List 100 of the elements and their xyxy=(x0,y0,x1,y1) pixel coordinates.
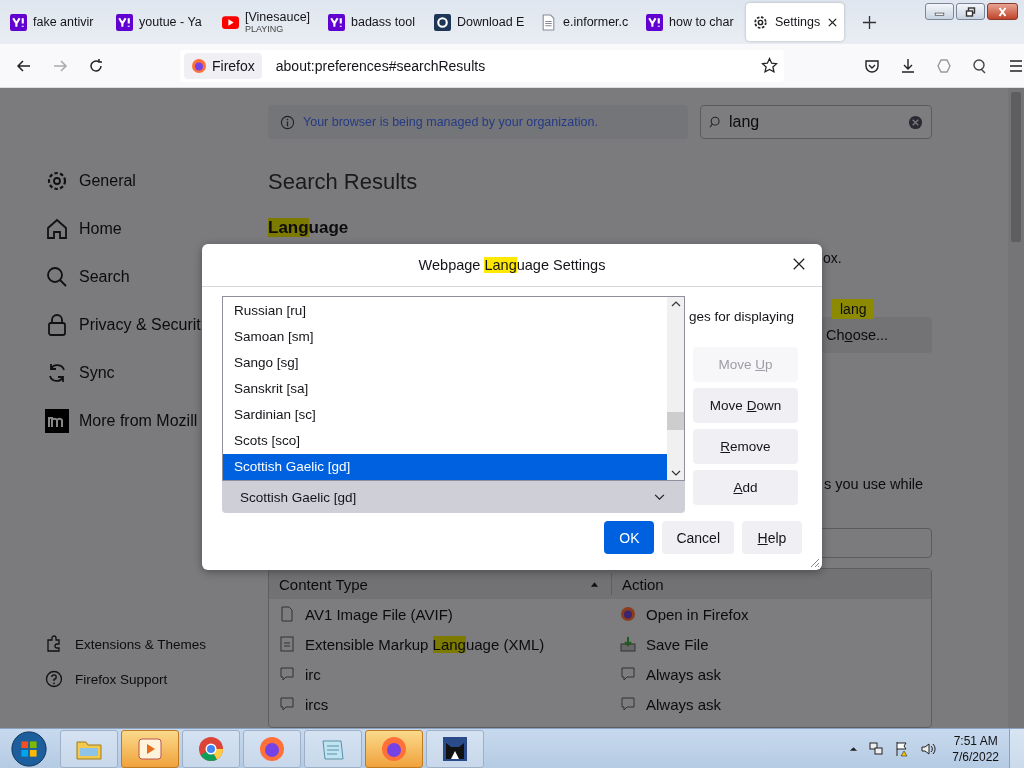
network-icon[interactable] xyxy=(868,740,885,757)
speech-bubble-icon xyxy=(279,666,295,682)
table-cell: AV1 Image File (AVIF) xyxy=(269,599,610,629)
new-tab-icon[interactable] xyxy=(862,15,877,30)
tab-title: e.informer.c xyxy=(563,15,629,29)
language-option[interactable]: Scots [sco] xyxy=(223,427,667,454)
dialog-button[interactable]: OK xyxy=(604,521,655,554)
column-header[interactable]: Action xyxy=(612,569,931,599)
language-option[interactable]: Sango [sg] xyxy=(223,349,667,376)
back-icon[interactable] xyxy=(16,57,32,74)
mozilla-logo-icon xyxy=(45,409,69,433)
search-input[interactable]: lang xyxy=(729,113,902,131)
sidebar-item[interactable]: General xyxy=(45,168,268,194)
restore-button[interactable] xyxy=(956,3,985,20)
table-cell: Save File xyxy=(610,629,931,659)
firefox-icon xyxy=(191,57,207,74)
speaker-icon[interactable] xyxy=(920,740,937,757)
sidebar-link[interactable]: Firefox Support xyxy=(45,670,268,688)
download-icon[interactable] xyxy=(900,57,916,74)
list-action-button[interactable]: Move Down xyxy=(693,388,798,423)
flag-icon[interactable] xyxy=(894,740,911,757)
page-icon xyxy=(540,13,557,31)
close-icon[interactable] xyxy=(792,257,806,271)
sidebar-link[interactable]: Extensions & Themes xyxy=(45,635,268,653)
scrollbar[interactable] xyxy=(1008,88,1024,728)
gear-icon xyxy=(45,169,69,193)
scroll-thumb[interactable] xyxy=(667,412,684,430)
dialog-button[interactable]: Help xyxy=(742,521,802,554)
column-header[interactable]: Content Type xyxy=(269,573,612,595)
browser-tab[interactable]: badass tool xyxy=(322,3,424,41)
taskbar-app-button[interactable] xyxy=(426,729,484,768)
bookmark-star-icon[interactable] xyxy=(761,57,778,74)
page-heading: Search Results xyxy=(268,169,419,195)
search-match-tooltip: lang xyxy=(832,299,875,319)
browser-tab[interactable]: how to char xyxy=(640,3,742,41)
section-heading: Language xyxy=(268,218,350,238)
tab-title: badass tool xyxy=(351,15,415,29)
scrollbar[interactable] xyxy=(667,297,684,480)
search-field[interactable]: lang xyxy=(700,105,932,139)
sidebar-item[interactable]: Home xyxy=(45,216,268,242)
browser-tab[interactable]: Download E xyxy=(428,3,530,41)
circle-logo-icon xyxy=(434,13,451,31)
video-play-icon xyxy=(222,13,239,31)
browser-tab[interactable]: Settings xyxy=(746,3,844,41)
save-file-icon xyxy=(620,636,636,652)
browser-tab[interactable]: e.informer.c xyxy=(534,3,636,41)
browser-tab[interactable]: fake antivir xyxy=(4,3,106,41)
language-option[interactable]: Scottish Gaelic [gd] xyxy=(223,453,667,480)
table-cell: Always ask xyxy=(610,659,931,689)
resize-grip-icon[interactable] xyxy=(808,556,820,568)
table-cell: ircs xyxy=(269,689,610,719)
search-icon xyxy=(45,265,69,289)
yahoo-icon xyxy=(116,13,133,31)
dialog-button[interactable]: Cancel xyxy=(662,521,734,554)
document-icon xyxy=(279,636,295,652)
language-option[interactable]: Samoan [sm] xyxy=(223,323,667,350)
info-icon xyxy=(280,114,295,130)
yahoo-icon xyxy=(10,13,27,31)
address-bar[interactable]: Firefox about:preferences#searchResults xyxy=(180,49,784,82)
tab-title: how to char xyxy=(669,15,734,29)
description-text: ges for displaying xyxy=(689,309,795,324)
browser-tab[interactable]: [Vinesauce] PLAYING xyxy=(216,3,318,41)
url-text: about:preferences#searchResults xyxy=(275,57,487,74)
cat-icon xyxy=(441,734,469,763)
table-cell: irc xyxy=(269,659,610,689)
close-icon xyxy=(996,6,1009,17)
list-action-button[interactable]: Add xyxy=(693,470,798,505)
identity-box[interactable]: Firefox xyxy=(184,52,262,79)
tab-title: [Vinesauce] xyxy=(245,10,311,24)
chrome-icon xyxy=(197,734,225,763)
language-dropdown[interactable]: Scottish Gaelic [gd] xyxy=(222,481,685,513)
home-icon xyxy=(45,217,69,241)
file-icon xyxy=(279,606,295,622)
minimize-button[interactable] xyxy=(925,3,954,20)
sidebar-item[interactable]: Search xyxy=(45,264,268,290)
choose-button[interactable]: Choose... xyxy=(822,317,932,353)
list-action-button[interactable]: Remove xyxy=(693,429,798,464)
browser-tab[interactable]: youtue - Ya xyxy=(110,3,212,41)
search-icon xyxy=(709,115,723,129)
language-option[interactable]: Sanskrit [sa] xyxy=(223,375,667,402)
language-option[interactable]: Russian [ru] xyxy=(223,297,667,324)
speech-bubble-icon xyxy=(620,696,636,712)
firefox-icon xyxy=(380,734,408,763)
clear-icon[interactable] xyxy=(908,114,923,130)
table-cell: Open in Firefox xyxy=(610,599,931,629)
notice-text: Your browser is being managed by your organization. xyxy=(303,115,598,129)
description-text: s you use while xyxy=(824,475,925,493)
gear-icon xyxy=(752,13,769,31)
start-button[interactable] xyxy=(10,729,48,768)
pocket-icon[interactable] xyxy=(864,57,880,74)
tab-title: youtue - Ya xyxy=(139,15,202,29)
clock[interactable]: 7:51 AM 7/6/2022 xyxy=(952,732,999,765)
reload-icon[interactable] xyxy=(88,57,104,74)
column-label: Content Type xyxy=(279,575,368,593)
tab-title: Settings xyxy=(775,15,821,29)
show-hidden-icons-icon[interactable] xyxy=(849,745,859,752)
close-tab-icon[interactable] xyxy=(827,16,838,28)
menu-icon[interactable] xyxy=(1008,57,1024,74)
close-window-button[interactable] xyxy=(987,3,1018,20)
language-option[interactable]: Sardinian [sc] xyxy=(223,401,667,428)
